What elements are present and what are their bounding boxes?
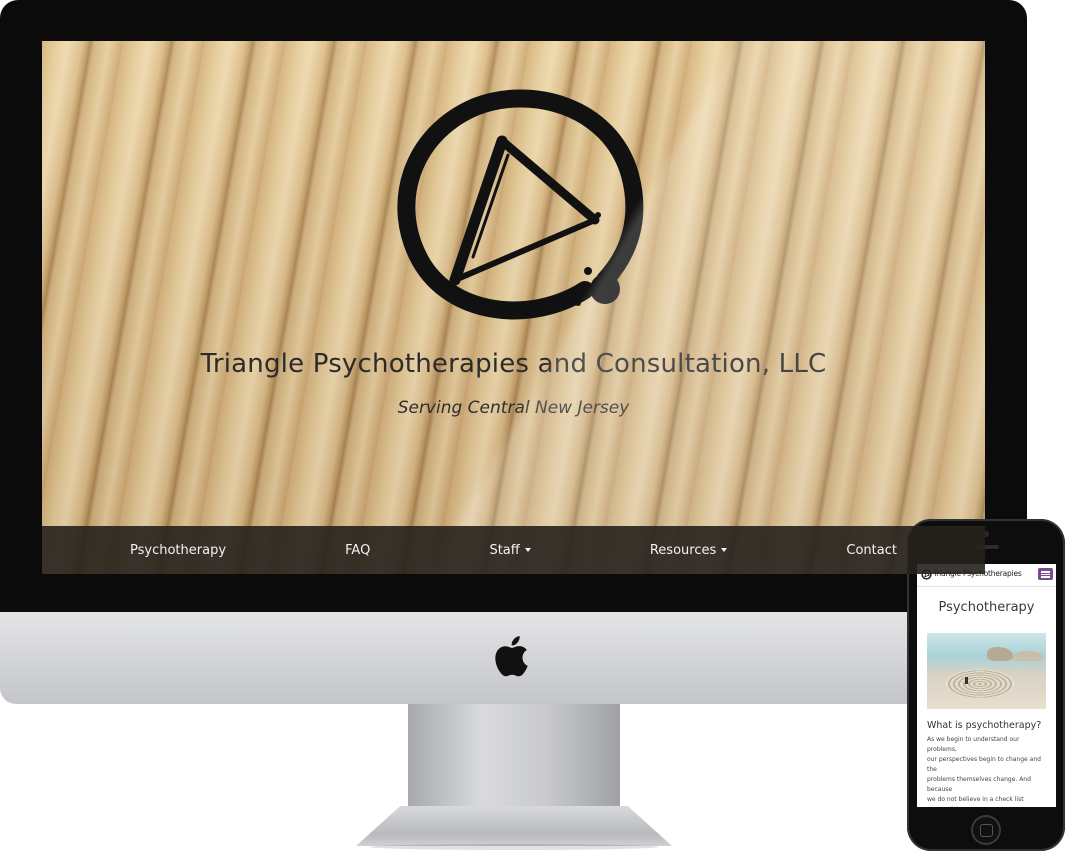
labyrinth-beach-photo [927, 633, 1046, 709]
nav-item-contact[interactable]: Contact [846, 543, 897, 558]
nav-item-resources[interactable]: Resources [649, 542, 728, 558]
site-tagline: Serving Central New Jersey [397, 398, 630, 418]
mobile-section-heading: What is psychotherapy? [927, 720, 1042, 731]
hamburger-line [1041, 576, 1050, 578]
desktop-website-screen: Triangle Psychotherapies and Consultatio… [42, 41, 985, 574]
imac-stand-neck [408, 704, 620, 812]
nav-item-faq[interactable]: FAQ [345, 543, 370, 558]
caret-down-icon [524, 548, 531, 552]
nav-label: Contact [846, 542, 897, 558]
nav-item-psychotherapy[interactable]: Psychotherapy [130, 543, 226, 558]
hamburger-line [1041, 571, 1050, 573]
mobile-website-screen: Triangle Psychotherapies Psychotherapy W… [917, 564, 1056, 807]
nav-label: Resources [649, 542, 717, 558]
main-navigation: Psychotherapy FAQ Staff Resources Contac… [42, 526, 985, 574]
nav-label: FAQ [345, 542, 371, 558]
rock-shape [1013, 651, 1043, 661]
sand-labyrinth [945, 669, 1015, 699]
hamburger-menu-button[interactable] [1038, 568, 1053, 580]
rock-shape [987, 647, 1013, 661]
home-button[interactable] [971, 815, 1001, 845]
imac-stand-foot [356, 806, 672, 846]
nav-item-staff[interactable]: Staff [489, 542, 531, 558]
nav-label: Psychotherapy [130, 542, 227, 558]
nav-label: Staff [489, 542, 520, 558]
apple-icon [495, 636, 528, 677]
caret-down-icon [721, 548, 728, 552]
triangle-enso-logo [397, 89, 644, 320]
site-title: Triangle Psychotherapies and Consultatio… [200, 349, 827, 379]
person-figure [965, 677, 968, 684]
stand-shadow [370, 844, 658, 850]
mobile-body-text: As we begin to understand our problems, … [927, 736, 1041, 807]
mobile-page-title: Psychotherapy [938, 600, 1035, 615]
hamburger-line [1041, 573, 1050, 575]
